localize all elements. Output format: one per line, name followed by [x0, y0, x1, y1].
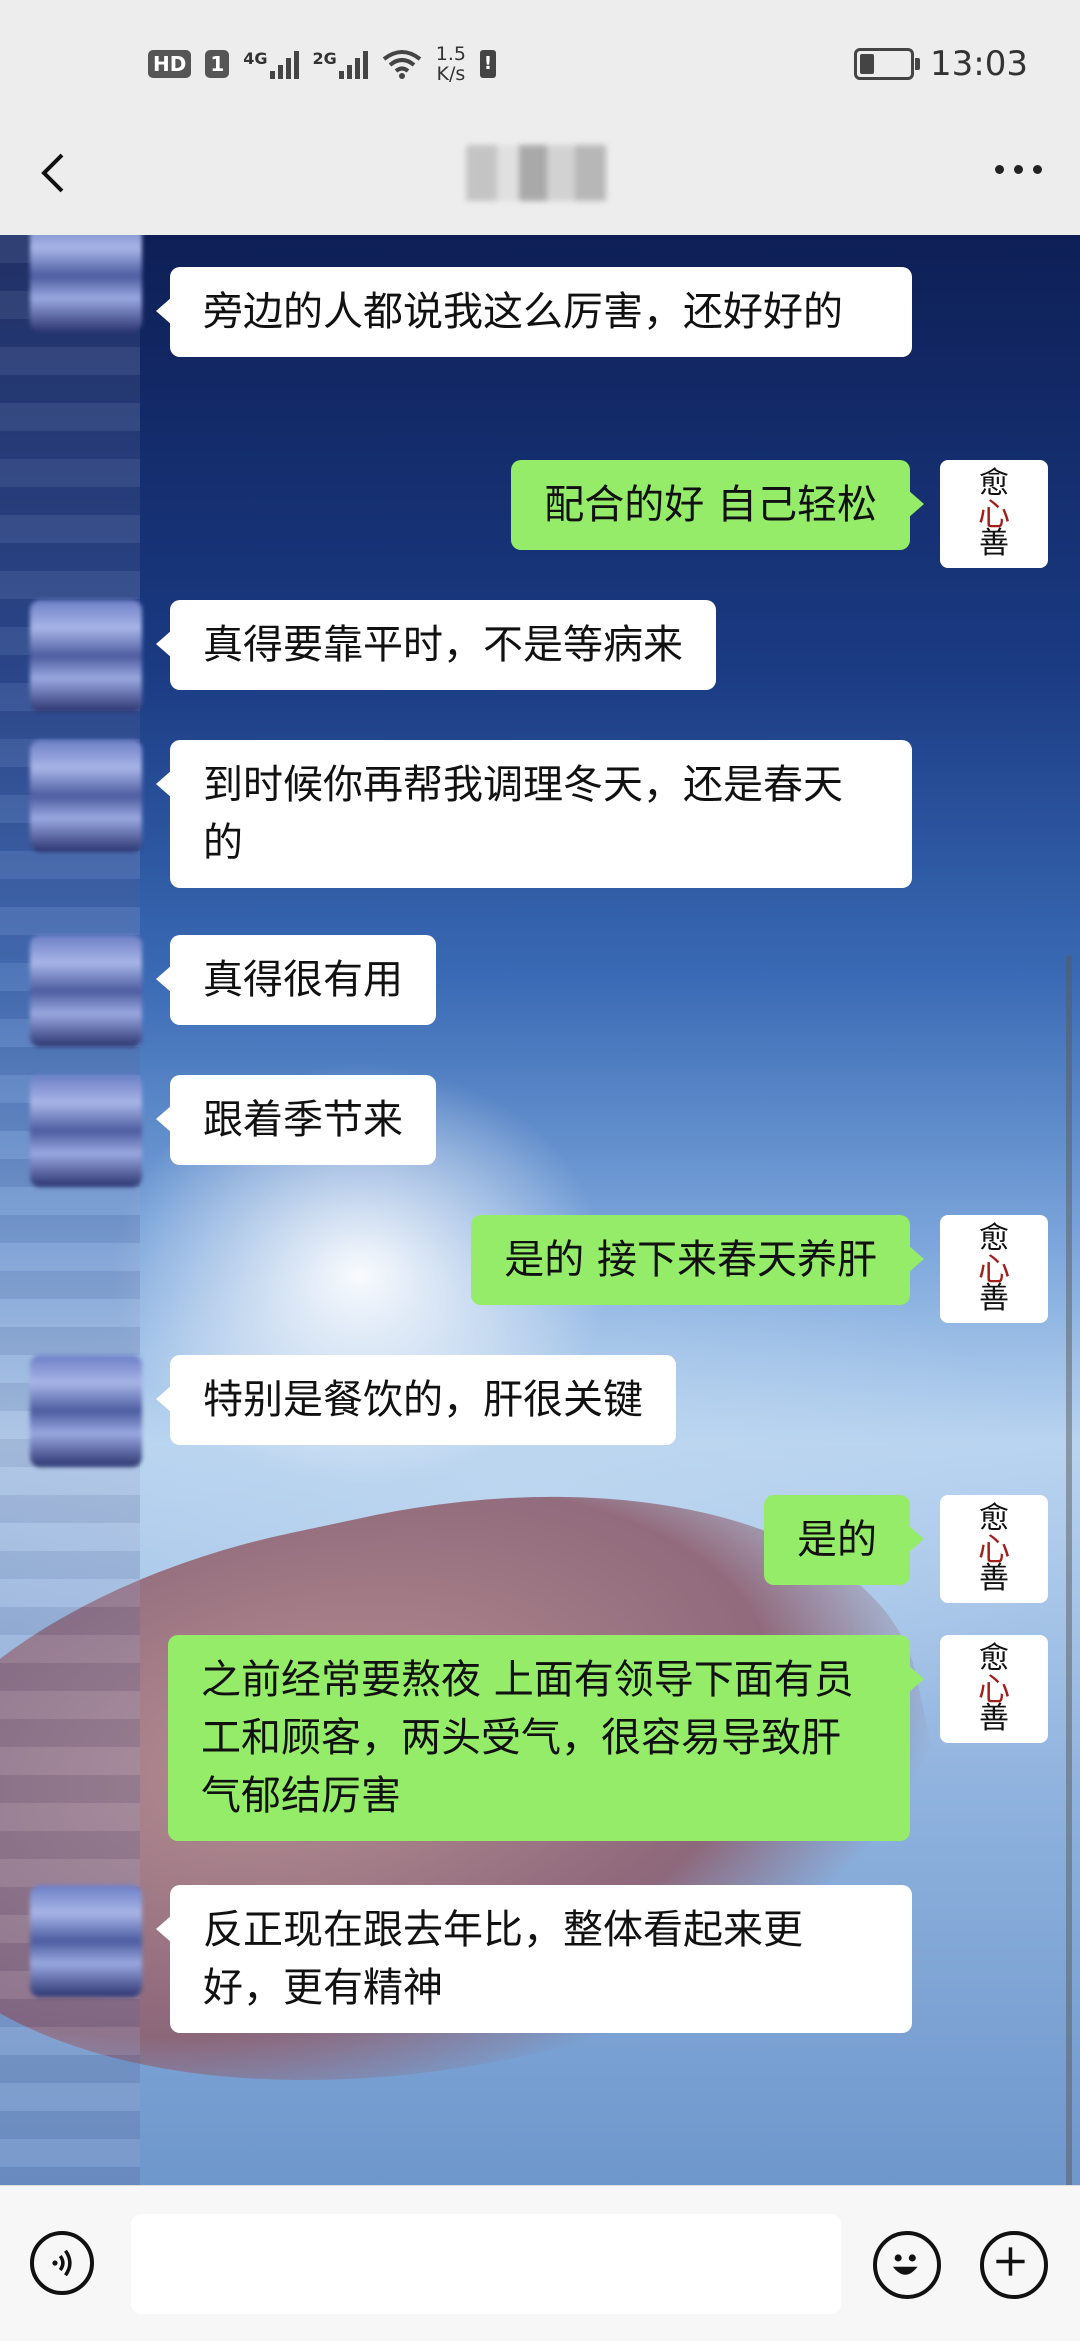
contact-avatar[interactable]: [30, 740, 142, 852]
message-bubble-received: 反正现在跟去年比，整体看起来更好，更有精神: [156, 1885, 912, 2033]
my-avatar[interactable]: 愈 心 善: [940, 460, 1048, 568]
wifi-icon: [382, 50, 422, 79]
signal-2g-icon: 2G: [313, 49, 368, 79]
voice-icon[interactable]: [30, 2231, 94, 2295]
contact-avatar[interactable]: [30, 1075, 142, 1187]
scrollbar[interactable]: [1066, 955, 1072, 2185]
clock: 13:03: [930, 44, 1028, 84]
status-right: 13:03: [854, 44, 1028, 84]
my-avatar[interactable]: 愈 心 善: [940, 1215, 1048, 1323]
input-bar: [0, 2185, 1080, 2341]
emoji-icon[interactable]: [873, 2231, 941, 2299]
chat-header: [0, 115, 1080, 235]
alert-icon: !: [480, 50, 497, 78]
my-avatar[interactable]: 愈 心 善: [940, 1635, 1048, 1743]
message-bubble-received: 到时候你再帮我调理冬天，还是春天的: [156, 740, 912, 888]
message-bubble-received: 真得很有用: [156, 935, 436, 1025]
message-input[interactable]: [131, 2214, 841, 2314]
more-dots-icon[interactable]: [995, 165, 1042, 174]
chevron-left-icon[interactable]: [34, 153, 74, 193]
message-bubble-sent: 是的: [764, 1495, 924, 1585]
plus-icon[interactable]: [980, 2231, 1048, 2299]
sim-badge: 1: [205, 50, 230, 78]
contact-avatar[interactable]: [30, 1355, 142, 1467]
message-bubble-received: 旁边的人都说我这么厉害，还好好的: [156, 267, 912, 357]
message-bubble-sent: 配合的好 自己轻松: [511, 460, 924, 550]
message-bubble-sent: 是的 接下来春天养肝: [471, 1215, 924, 1305]
chat-title-blurred: [466, 145, 606, 201]
network-speed: 1.5 K/s: [435, 43, 467, 85]
contact-avatar[interactable]: [30, 235, 142, 332]
message-text-field[interactable]: [131, 2214, 841, 2314]
status-left: HD 1 4G 2G 1.5 K/s !: [148, 43, 497, 85]
battery-icon: [854, 48, 921, 80]
chat-area[interactable]: 旁边的人都说我这么厉害，还好好的 愈 心 善 配合的好 自己轻松 真得要靠平时，…: [0, 235, 1080, 2185]
contact-avatar[interactable]: [30, 600, 142, 712]
message-bubble-received: 真得要靠平时，不是等病来: [156, 600, 716, 690]
signal-4g-icon: 4G: [243, 49, 299, 79]
message-bubble-received: 特别是餐饮的，肝很关键: [156, 1355, 676, 1445]
contact-avatar[interactable]: [30, 1885, 142, 1997]
message-bubble-sent: 之前经常要熬夜 上面有领导下面有员工和顾客，两头受气，很容易导致肝气郁结厉害: [168, 1635, 924, 1841]
message-bubble-received: 跟着季节来: [156, 1075, 436, 1165]
contact-avatar[interactable]: [30, 935, 142, 1047]
my-avatar[interactable]: 愈 心 善: [940, 1495, 1048, 1603]
hd-badge: HD: [148, 50, 192, 78]
